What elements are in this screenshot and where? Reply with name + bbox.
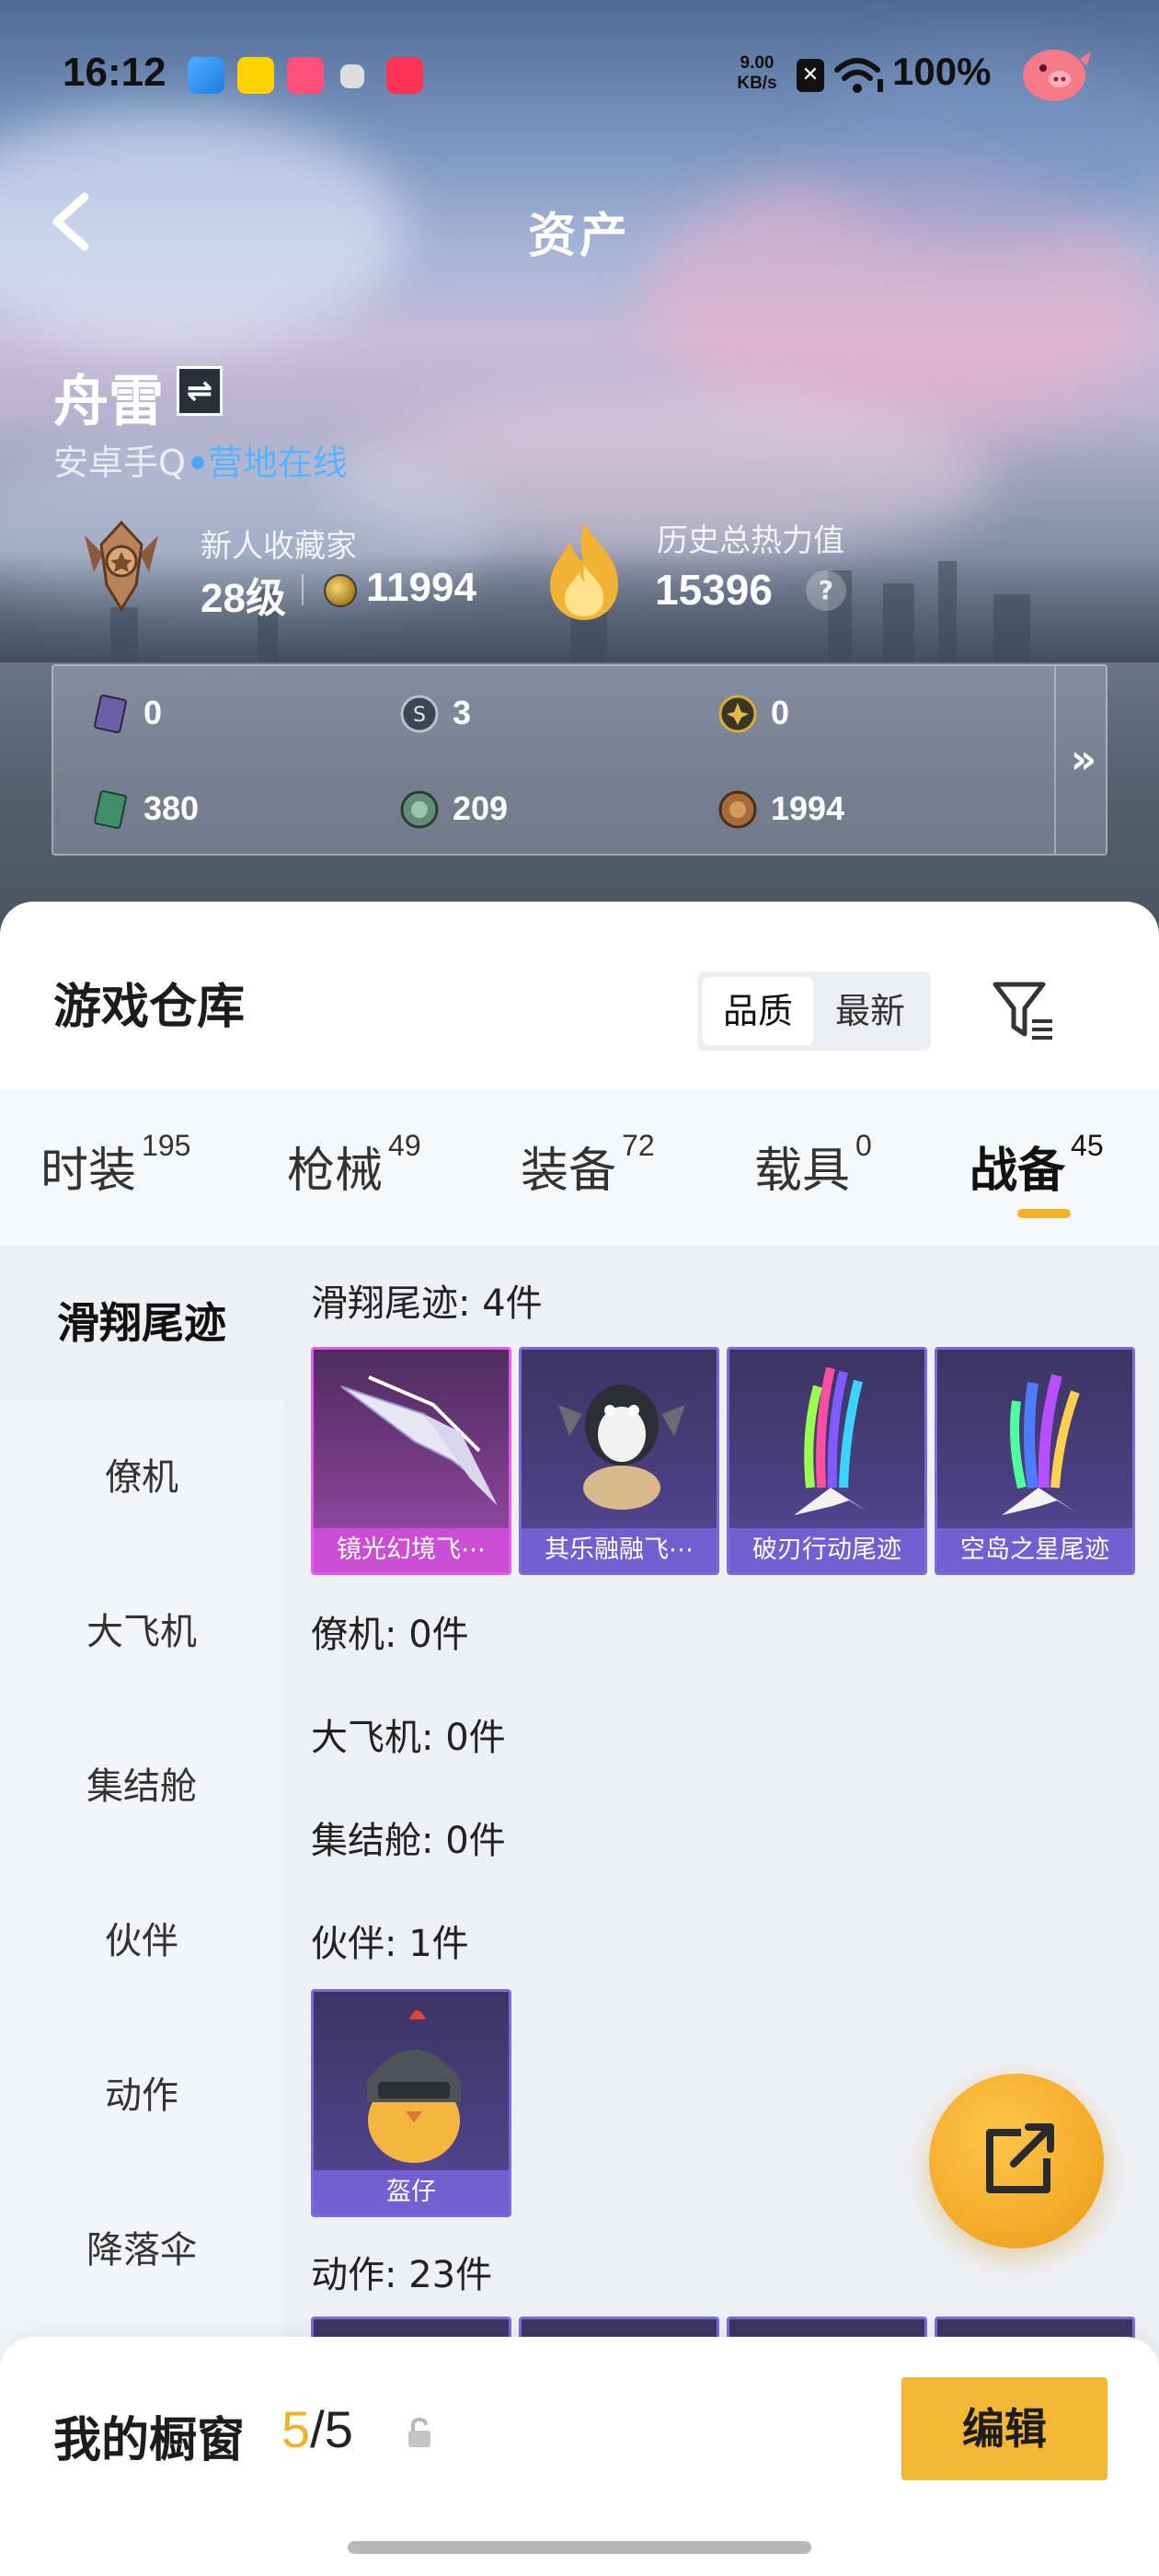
item-card[interactable]: 盔仔	[311, 1989, 511, 2217]
item-name: 镜光幻境飞⋯	[314, 1528, 509, 1572]
rank-title: 新人收藏家	[201, 528, 357, 565]
green-coin-icon	[400, 790, 439, 829]
player-name: 舟雷	[53, 370, 164, 434]
sidebar-item-companion[interactable]: 伙伴	[0, 1864, 283, 2018]
piggy-icon	[1023, 50, 1091, 101]
player-level: 28级	[201, 576, 286, 621]
expand-currencies-icon[interactable]: »	[1058, 666, 1109, 854]
platform-label: 安卓手Q	[53, 443, 186, 483]
section-title: 僚机: 0件	[311, 1614, 469, 1656]
crystal-wings-icon	[340, 1375, 498, 1506]
clock: 16:12	[63, 50, 166, 95]
player-subline: 安卓手Q 营地在线	[53, 434, 348, 485]
rainbow-trail-icon	[794, 1366, 867, 1515]
item-name: 其乐融融飞⋯	[522, 1528, 717, 1572]
help-icon[interactable]: ?	[806, 570, 846, 611]
sidebar-item-glide-trail[interactable]: 滑翔尾迹	[0, 1246, 283, 1400]
share-button[interactable]	[929, 2074, 1104, 2248]
item-card[interactable]: 空岛之星尾迹	[935, 1347, 1135, 1575]
card-green-icon	[94, 790, 127, 829]
card-purple-icon	[94, 695, 127, 733]
item-name: 盔仔	[314, 2170, 509, 2214]
history-heat-value: 15396	[655, 566, 773, 614]
showcase-count: 5/5	[281, 2400, 353, 2458]
collector-coins: 11994	[366, 565, 476, 610]
tab-equipment[interactable]: 装备 72	[521, 1129, 655, 1201]
warehouse-title: 游戏仓库	[53, 980, 246, 1035]
filter-icon[interactable]	[990, 977, 1058, 1045]
app-notification-icon	[340, 64, 364, 88]
penguin-glider-icon	[558, 1385, 685, 1510]
flame-icon	[550, 523, 618, 620]
silver-token-icon: S	[400, 695, 439, 733]
status-bar: 16:12 9.00 KB/s ✕ 100%	[0, 0, 1159, 147]
category-tabs: 时装 195 枪械 49 装备 72 载具 0 战备 45	[0, 1089, 1159, 1246]
bronze-coin-icon	[718, 790, 757, 829]
warehouse-sheet: 游戏仓库 品质 最新 时装 195 枪械 49 装备 72 载具 0 战备 45 滑翔尾迹…	[0, 902, 1159, 2576]
section-title: 集结舱: 0件	[311, 1820, 506, 1862]
rainbow-trail-icon	[1002, 1374, 1080, 1515]
page-title: 资产	[527, 209, 631, 264]
item-card[interactable]: 其乐融融飞⋯	[519, 1347, 719, 1575]
tab-war-gear[interactable]: 战备 45	[970, 1129, 1104, 1201]
switch-account-icon[interactable]: ⇌	[177, 366, 223, 416]
sidebar-item-emote[interactable]: 动作	[0, 2018, 283, 2173]
sort-quality-button[interactable]: 品质	[703, 977, 813, 1045]
history-heat-label: 历史总热力值	[657, 523, 844, 559]
app-notification-icon	[188, 57, 224, 94]
item-card[interactable]: 镜光幻境飞⋯	[311, 1347, 511, 1575]
section-title: 滑翔尾迹: 4件	[311, 1282, 543, 1325]
edit-button[interactable]: 编辑	[901, 2377, 1107, 2480]
section-title: 大飞机: 0件	[311, 1717, 506, 1759]
tab-fashion[interactable]: 时装 195	[40, 1129, 190, 1201]
collector-medal-icon	[85, 520, 158, 612]
sim-off-icon: ✕	[797, 59, 824, 92]
item-name: 破刃行动尾迹	[729, 1528, 924, 1572]
home-indicator[interactable]	[348, 2541, 811, 2554]
share-icon	[986, 2123, 1054, 2193]
tab-firearms[interactable]: 枪械 49	[287, 1129, 421, 1201]
tab-vehicles[interactable]: 载具 0	[754, 1129, 872, 1201]
lock-icon	[408, 2417, 430, 2447]
app-notification-icon	[386, 57, 423, 94]
sort-toggle: 品质 最新	[697, 972, 931, 1051]
sidebar-item-assembly-pod[interactable]: 集结舱	[0, 1709, 283, 1864]
battery-level: 100%	[892, 50, 992, 93]
online-status: 营地在线	[207, 443, 348, 483]
app-notification-icon	[287, 57, 324, 94]
online-dot-icon	[190, 455, 204, 469]
sidebar-item-parachute[interactable]: 降落伞	[0, 2173, 283, 2328]
svg-text:S: S	[413, 704, 426, 727]
network-speed: 9.00 KB/s	[737, 53, 777, 93]
showcase-bar: 我的橱窗 5/5 编辑	[0, 2337, 1159, 2576]
sort-newest-button[interactable]: 最新	[815, 977, 925, 1045]
item-name: 空岛之星尾迹	[937, 1528, 1132, 1572]
helmet-chick-icon	[367, 2010, 461, 2163]
item-card[interactable]: 破刃行动尾迹	[727, 1347, 927, 1575]
gold-token-icon	[718, 695, 757, 733]
sidebar-item-wingman[interactable]: 僚机	[0, 1400, 283, 1555]
section-title: 伙伴: 1件	[311, 1923, 469, 1965]
collector-coin-icon	[324, 574, 357, 607]
wifi-icon	[834, 58, 883, 93]
active-tab-indicator	[1017, 1209, 1071, 1218]
profile-banner: 16:12 9.00 KB/s ✕ 100% 资产 舟雷 ⇌ 安卓手Q 营地在线 新…	[0, 0, 1159, 938]
currency-panel: 0 S 3 0 380 209 1994 »	[52, 664, 1107, 856]
showcase-label: 我的橱窗	[53, 2413, 246, 2468]
section-title: 动作: 23件	[311, 2254, 493, 2296]
app-notification-icon	[237, 57, 274, 94]
sidebar-item-big-plane[interactable]: 大飞机	[0, 1555, 283, 1709]
